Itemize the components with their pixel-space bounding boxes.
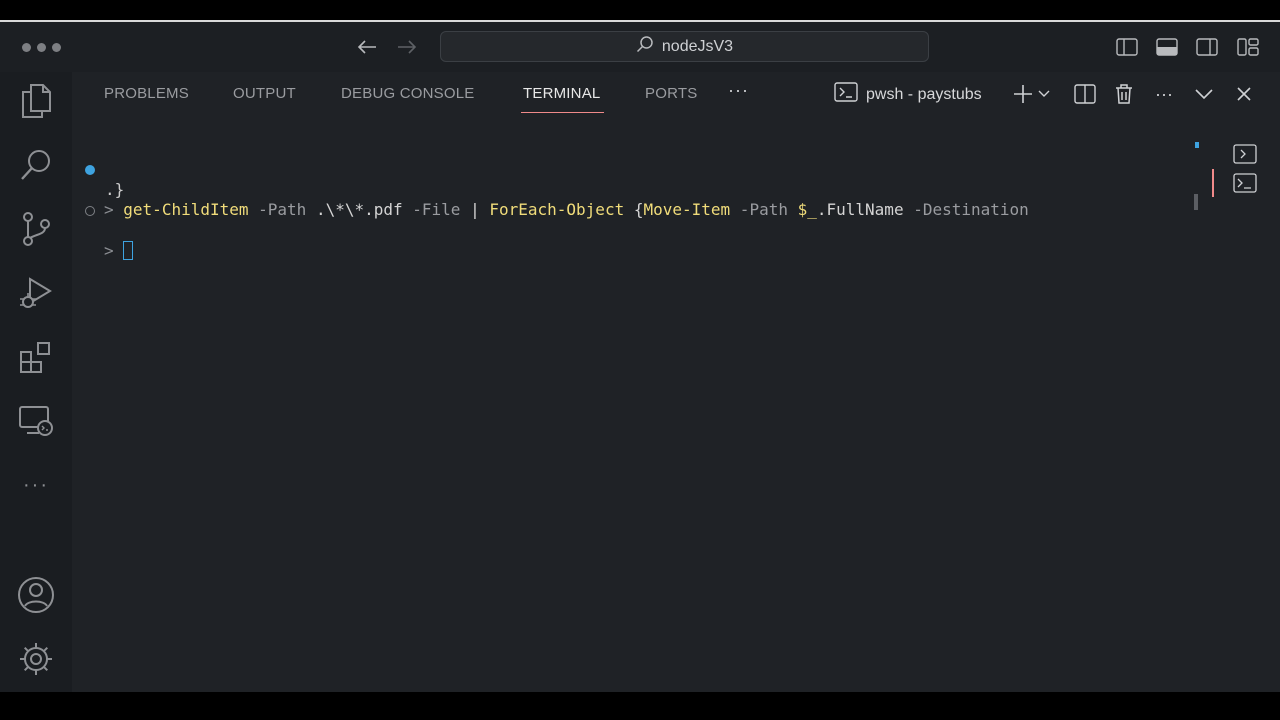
terminal-more-actions-icon[interactable]: ···: [1151, 81, 1177, 107]
manage-gear-icon[interactable]: [17, 640, 55, 678]
terminal-line-1-wrap: .}: [105, 180, 125, 199]
toggle-secondary-sidebar-icon[interactable]: [1195, 35, 1219, 59]
toggle-panel-icon[interactable]: [1155, 35, 1179, 59]
source-control-icon[interactable]: [17, 210, 55, 248]
tab-output[interactable]: OUTPUT: [233, 85, 296, 102]
pipe-symbol: |: [460, 200, 490, 219]
more-tabs-icon[interactable]: ···: [728, 80, 749, 101]
terminal-cursor: [123, 241, 134, 260]
param-path-2: -Path: [730, 200, 788, 219]
toggle-primary-sidebar-icon[interactable]: [1115, 35, 1139, 59]
arg-path: .\*\*.pdf: [306, 200, 403, 219]
minimize-window-dot[interactable]: [37, 43, 46, 52]
video-frame-bottom: [0, 692, 1280, 720]
new-terminal-icon[interactable]: [1010, 81, 1036, 107]
empty-command-circle: [85, 206, 95, 216]
search-label: nodeJsV3: [661, 37, 734, 55]
bottom-panel: PROBLEMS OUTPUT DEBUG CONSOLE TERMINAL P…: [72, 72, 1280, 709]
pipeline-variable: $_: [787, 200, 817, 219]
tab-ports[interactable]: PORTS: [645, 85, 697, 102]
terminal-tabs-list: [1210, 72, 1280, 692]
scrollbar-thumb[interactable]: [1194, 194, 1198, 210]
tab-terminal[interactable]: TERMINAL: [520, 85, 605, 113]
cmd-foreach-object: ForEach-Object: [489, 200, 625, 219]
vscode-window: nodeJsV3 ··· PROBLEMS OUTPUT DEBUG CONSO…: [0, 22, 1280, 709]
search-icon[interactable]: [17, 146, 55, 184]
kill-terminal-trash-icon[interactable]: [1111, 81, 1137, 107]
cmd-move-item: Move-Item: [643, 200, 731, 219]
title-bar: nodeJsV3: [0, 22, 1280, 72]
param-file: -File: [402, 200, 461, 219]
accounts-icon[interactable]: [17, 576, 55, 614]
run-debug-icon[interactable]: [17, 274, 55, 312]
param-path: -Path: [248, 200, 307, 219]
search-icon: [636, 35, 654, 58]
open-brace: {: [624, 200, 644, 219]
param-destination: -Destination: [903, 200, 1029, 219]
terminal-icon: [834, 82, 858, 107]
maximize-window-dot[interactable]: [52, 43, 61, 52]
video-frame-top: [0, 0, 1280, 20]
split-terminal-icon[interactable]: [1072, 81, 1098, 107]
command-success-dot[interactable]: [85, 165, 95, 175]
terminal-name: pwsh - paystubs: [866, 85, 982, 103]
tab-problems[interactable]: PROBLEMS: [104, 85, 189, 102]
remote-explorer-icon[interactable]: [17, 402, 55, 440]
explorer-icon[interactable]: [17, 82, 55, 120]
active-terminal-marker: [1212, 169, 1214, 197]
launch-profile-chevron-icon[interactable]: [1036, 81, 1052, 107]
close-window-dot[interactable]: [22, 43, 31, 52]
panel-tabs: PROBLEMS OUTPUT DEBUG CONSOLE TERMINAL P…: [72, 72, 1280, 116]
command-center-search[interactable]: nodeJsV3: [440, 31, 929, 62]
tab-debug-console[interactable]: DEBUG CONSOLE: [341, 85, 474, 102]
window-controls[interactable]: [22, 43, 61, 52]
terminal-line-1: > get-ChildItem -Path .\*\*.pdf -File | …: [72, 160, 1029, 219]
more-icon[interactable]: ···: [17, 466, 55, 504]
prompt-symbol-2: >: [104, 241, 114, 260]
terminal-output[interactable]: > get-ChildItem -Path .\*\*.pdf -File | …: [72, 132, 1202, 672]
scrollbar-marker: [1195, 142, 1199, 148]
terminal-line-2: >: [72, 201, 149, 260]
back-arrow-icon[interactable]: [354, 34, 380, 60]
terminal-selector[interactable]: pwsh - paystubs: [834, 82, 982, 107]
property-fullname: .FullName: [816, 200, 904, 219]
extensions-icon[interactable]: [17, 338, 55, 376]
terminal-instance-2-icon[interactable]: [1232, 172, 1258, 194]
forward-arrow-icon[interactable]: [394, 34, 420, 60]
customize-layout-icon[interactable]: [1236, 35, 1260, 59]
terminal-instance-1-icon[interactable]: [1232, 143, 1258, 165]
activity-bar: ···: [0, 72, 72, 692]
